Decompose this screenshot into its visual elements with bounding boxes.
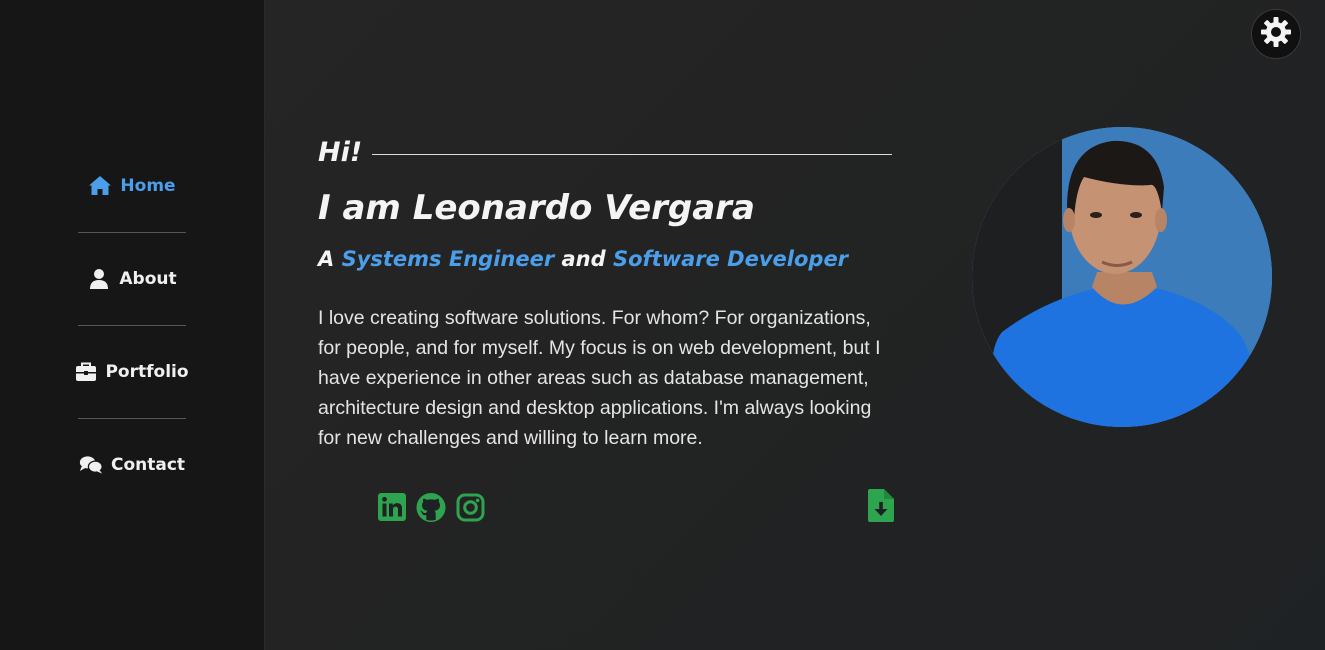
download-cv-button[interactable] xyxy=(866,488,896,526)
sidebar-item-label: About xyxy=(119,268,177,289)
sidebar-item-label: Home xyxy=(120,175,176,196)
role-first: Systems Engineer xyxy=(341,247,555,271)
bio-paragraph: I love creating software solutions. For … xyxy=(318,307,881,449)
linkedin-icon[interactable] xyxy=(377,491,407,523)
github-icon[interactable] xyxy=(416,491,446,523)
settings-button[interactable] xyxy=(1251,9,1301,59)
sidebar-item-contact[interactable]: Contact xyxy=(78,418,186,511)
profile-photo xyxy=(972,127,1272,427)
instagram-icon[interactable] xyxy=(455,491,485,523)
role-subtitle: A Systems Engineer and Software Develope… xyxy=(318,247,848,271)
sidebar-item-home[interactable]: Home xyxy=(78,139,186,232)
sidebar-item-label: Contact xyxy=(110,454,186,475)
user-icon xyxy=(87,268,111,290)
sidebar-item-label: Portfolio xyxy=(105,361,189,382)
gear-icon xyxy=(1259,15,1293,53)
role-second: Software Developer xyxy=(612,247,849,271)
comments-icon xyxy=(79,454,103,476)
page-title: I am Leonardo Vergara xyxy=(318,188,755,228)
home-icon xyxy=(88,175,112,197)
sidebar: Home About Portfolio Contact xyxy=(0,0,265,650)
briefcase-icon xyxy=(75,361,97,383)
role-joiner: and xyxy=(561,247,606,271)
file-download-icon xyxy=(868,488,894,526)
social-links xyxy=(377,491,485,523)
greeting: Hi! xyxy=(318,136,363,168)
role-prefix: A xyxy=(318,247,335,271)
greeting-divider xyxy=(372,153,892,155)
sidebar-item-about[interactable]: About xyxy=(78,232,186,325)
sidebar-item-portfolio[interactable]: Portfolio xyxy=(75,325,189,418)
greeting-row: Hi! xyxy=(318,134,892,170)
